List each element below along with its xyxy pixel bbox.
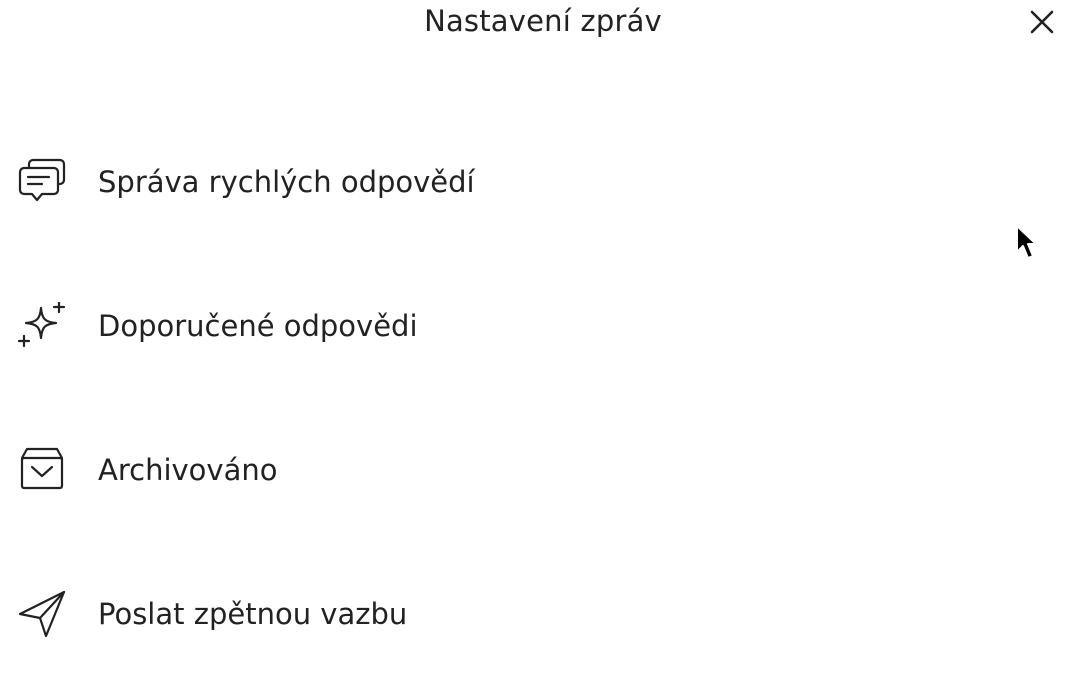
close-icon — [1030, 10, 1054, 34]
menu-item-label: Archivováno — [98, 453, 278, 487]
dialog-header: Nastavení zpráv — [0, 0, 1086, 48]
chat-bubbles-icon — [18, 158, 66, 206]
sparkles-icon — [17, 300, 66, 350]
menu-item-label: Správa rychlých odpovědí — [98, 165, 475, 199]
menu-item-quick-replies[interactable]: Správa rychlých odpovědí — [0, 110, 1086, 254]
paper-plane-icon — [18, 590, 66, 638]
menu-item-label: Doporučené odpovědi — [98, 309, 418, 343]
close-button[interactable] — [1024, 4, 1060, 40]
menu-item-suggested-replies[interactable]: Doporučené odpovědi — [0, 254, 1086, 398]
menu-item-archived[interactable]: Archivováno — [0, 398, 1086, 542]
menu-item-label: Poslat zpětnou vazbu — [98, 597, 408, 631]
archive-box-icon — [18, 446, 66, 494]
menu-item-send-feedback[interactable]: Poslat zpětnou vazbu — [0, 542, 1086, 686]
dialog-title: Nastavení zpráv — [424, 4, 662, 38]
mouse-cursor-icon — [1016, 225, 1037, 259]
